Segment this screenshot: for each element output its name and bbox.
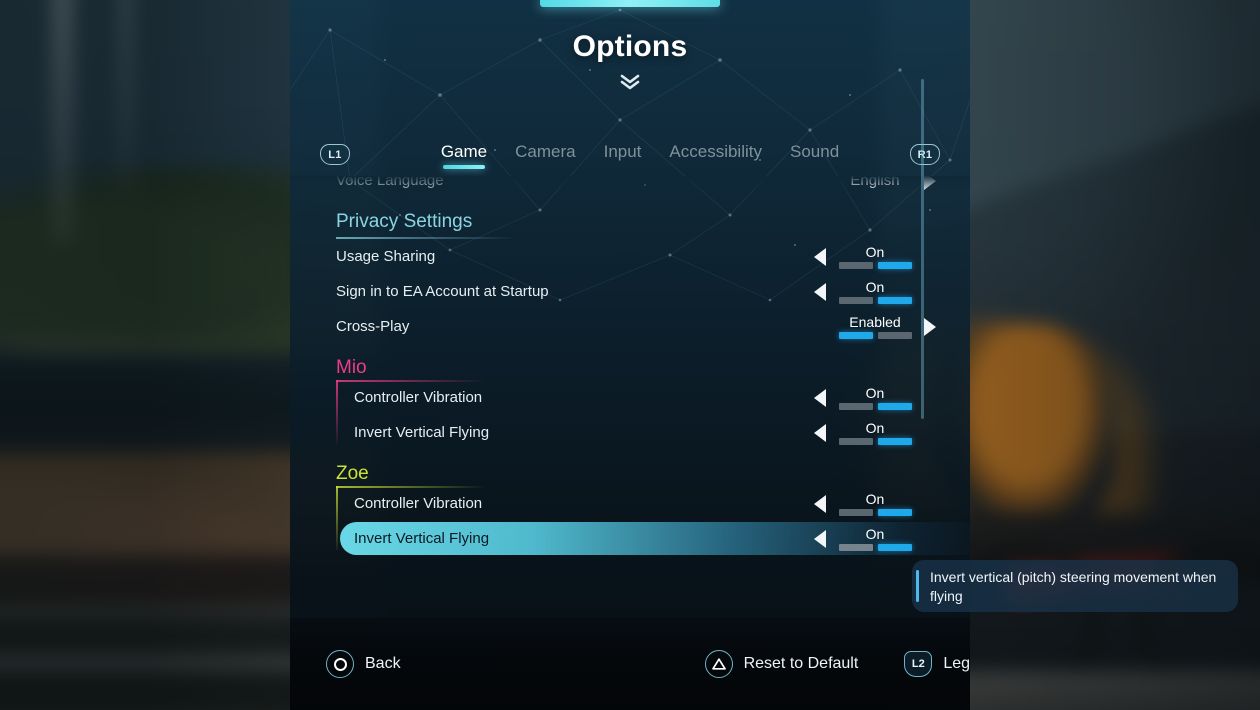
toggle-segment-right[interactable]	[877, 296, 912, 304]
bumper-l1-button[interactable]: L1	[320, 144, 350, 165]
tab-sound[interactable]: Sound	[790, 142, 839, 169]
section-title: Privacy Settings	[336, 211, 473, 232]
toggle-segment-left[interactable]	[838, 331, 873, 339]
page-title: Options	[572, 30, 688, 63]
chevron-double-down-icon	[290, 74, 970, 97]
setting-label: Invert Vertical Flying	[354, 530, 490, 547]
arrow-left-icon[interactable]	[814, 247, 826, 266]
toggle-segment-left[interactable]	[838, 402, 873, 410]
toggle-segment-right[interactable]	[877, 331, 912, 339]
tab-camera[interactable]: Camera	[515, 142, 575, 169]
setting-toggle[interactable]: On	[836, 419, 914, 445]
toggle-segment-left[interactable]	[838, 296, 873, 304]
trigger-l2-icon: L2	[904, 651, 933, 677]
tab-accessibility[interactable]: Accessibility	[669, 142, 762, 169]
tab-bar: L1 R1 Game Camera Input Accessibility So…	[290, 142, 970, 174]
setting-row-mio-controller-vibration[interactable]: Controller Vibration On	[336, 380, 970, 415]
setting-toggle[interactable]: Enabled	[836, 313, 914, 339]
toggle-segments	[838, 261, 912, 269]
tooltip-text: Invert vertical (pitch) steering movemen…	[930, 569, 1217, 604]
setting-toggle[interactable]: On	[836, 384, 914, 410]
setting-label: Sign in to EA Account at Startup	[336, 283, 549, 300]
toggle-value: On	[865, 243, 885, 260]
setting-row-usage-sharing[interactable]: Usage Sharing On	[290, 239, 970, 274]
arrow-left-icon[interactable]	[814, 388, 826, 407]
toggle-segments	[838, 331, 912, 339]
triangle-button-icon	[704, 650, 733, 678]
arrow-right-icon[interactable]	[924, 176, 936, 190]
toggle-segment-right[interactable]	[877, 261, 912, 269]
setting-row-sign-in-ea-account[interactable]: Sign in to EA Account at Startup On	[290, 274, 970, 309]
setting-label: Invert Vertical Flying	[354, 424, 490, 441]
toggle-segment-right[interactable]	[877, 437, 912, 445]
section-mio: Mio	[290, 356, 970, 380]
arrow-left-icon[interactable]	[814, 529, 826, 548]
setting-label: Cross-Play	[336, 318, 410, 335]
setting-label: Controller Vibration	[354, 389, 483, 406]
toggle-segment-left[interactable]	[838, 543, 873, 551]
section-zoe: Zoe	[290, 462, 970, 486]
character-group-zoe: Controller Vibration On Invert Vertical …	[336, 486, 970, 556]
back-button[interactable]: Back	[326, 650, 401, 678]
character-group-mio: Controller Vibration On Invert Vertical …	[336, 380, 970, 450]
setting-row-zoe-invert-vertical-flying[interactable]: Invert Vertical Flying On	[336, 521, 970, 556]
setting-row-voice-language[interactable]: Voice Language English	[290, 176, 970, 198]
tab-game[interactable]: Game	[441, 142, 487, 169]
setting-label: Voice Language	[336, 176, 444, 189]
action-label: Legal	[943, 655, 970, 672]
arrow-right-icon[interactable]	[924, 317, 936, 336]
toggle-value: On	[865, 419, 885, 436]
toggle-value: Enabled	[849, 313, 901, 330]
toggle-value: On	[865, 384, 885, 401]
setting-toggle[interactable]: On	[836, 525, 914, 551]
bumper-r1-button[interactable]: R1	[910, 144, 940, 165]
toggle-segments	[838, 296, 912, 304]
reset-to-default-button[interactable]: Reset to Default	[704, 650, 859, 678]
setting-description-tooltip: Invert vertical (pitch) steering movemen…	[912, 560, 1238, 612]
toggle-segments	[838, 437, 912, 445]
toggle-segment-right[interactable]	[877, 543, 912, 551]
options-panel: Options L1 R1 Game Camera Input Accessib…	[290, 0, 970, 710]
toggle-segments	[838, 543, 912, 551]
section-title: Mio	[336, 357, 367, 378]
setting-toggle[interactable]: On	[836, 278, 914, 304]
setting-label: Usage Sharing	[336, 248, 436, 265]
toggle-value: On	[865, 278, 885, 295]
action-label: Back	[365, 655, 401, 672]
action-label: Reset to Default	[743, 655, 859, 672]
section-title: Zoe	[336, 463, 369, 484]
setting-row-zoe-controller-vibration[interactable]: Controller Vibration On	[336, 486, 970, 521]
legal-button[interactable]: L2 Legal	[904, 651, 970, 677]
setting-toggle[interactable]: On	[836, 243, 914, 269]
tab-list: Game Camera Input Accessibility Sound	[430, 142, 850, 169]
toggle-segments	[838, 508, 912, 516]
panel-top-accent-bar	[540, 0, 720, 7]
section-privacy-settings: Privacy Settings	[290, 210, 970, 239]
toggle-value: On	[865, 525, 885, 542]
arrow-left-icon[interactable]	[814, 494, 826, 513]
setting-row-mio-invert-vertical-flying[interactable]: Invert Vertical Flying On	[336, 415, 970, 450]
settings-list: Voice Language English Privacy Settings …	[290, 176, 970, 618]
setting-label: Controller Vibration	[354, 495, 483, 512]
toggle-segment-right[interactable]	[877, 402, 912, 410]
tab-input[interactable]: Input	[604, 142, 642, 169]
action-bar: Back Reset to Default L2 Legal	[290, 618, 970, 710]
toggle-segment-left[interactable]	[838, 261, 873, 269]
setting-row-cross-play[interactable]: Cross-Play Enabled	[290, 309, 970, 344]
setting-value: English	[850, 176, 900, 189]
setting-toggle[interactable]: On	[836, 490, 914, 516]
toggle-segment-left[interactable]	[838, 508, 873, 516]
arrow-left-icon[interactable]	[814, 423, 826, 442]
settings-scrollbar[interactable]	[921, 79, 924, 419]
circle-button-icon	[326, 650, 354, 678]
toggle-segment-left[interactable]	[838, 437, 873, 445]
toggle-segment-right[interactable]	[877, 508, 912, 516]
toggle-value: On	[865, 490, 885, 507]
arrow-left-icon[interactable]	[814, 282, 826, 301]
toggle-segments	[838, 402, 912, 410]
